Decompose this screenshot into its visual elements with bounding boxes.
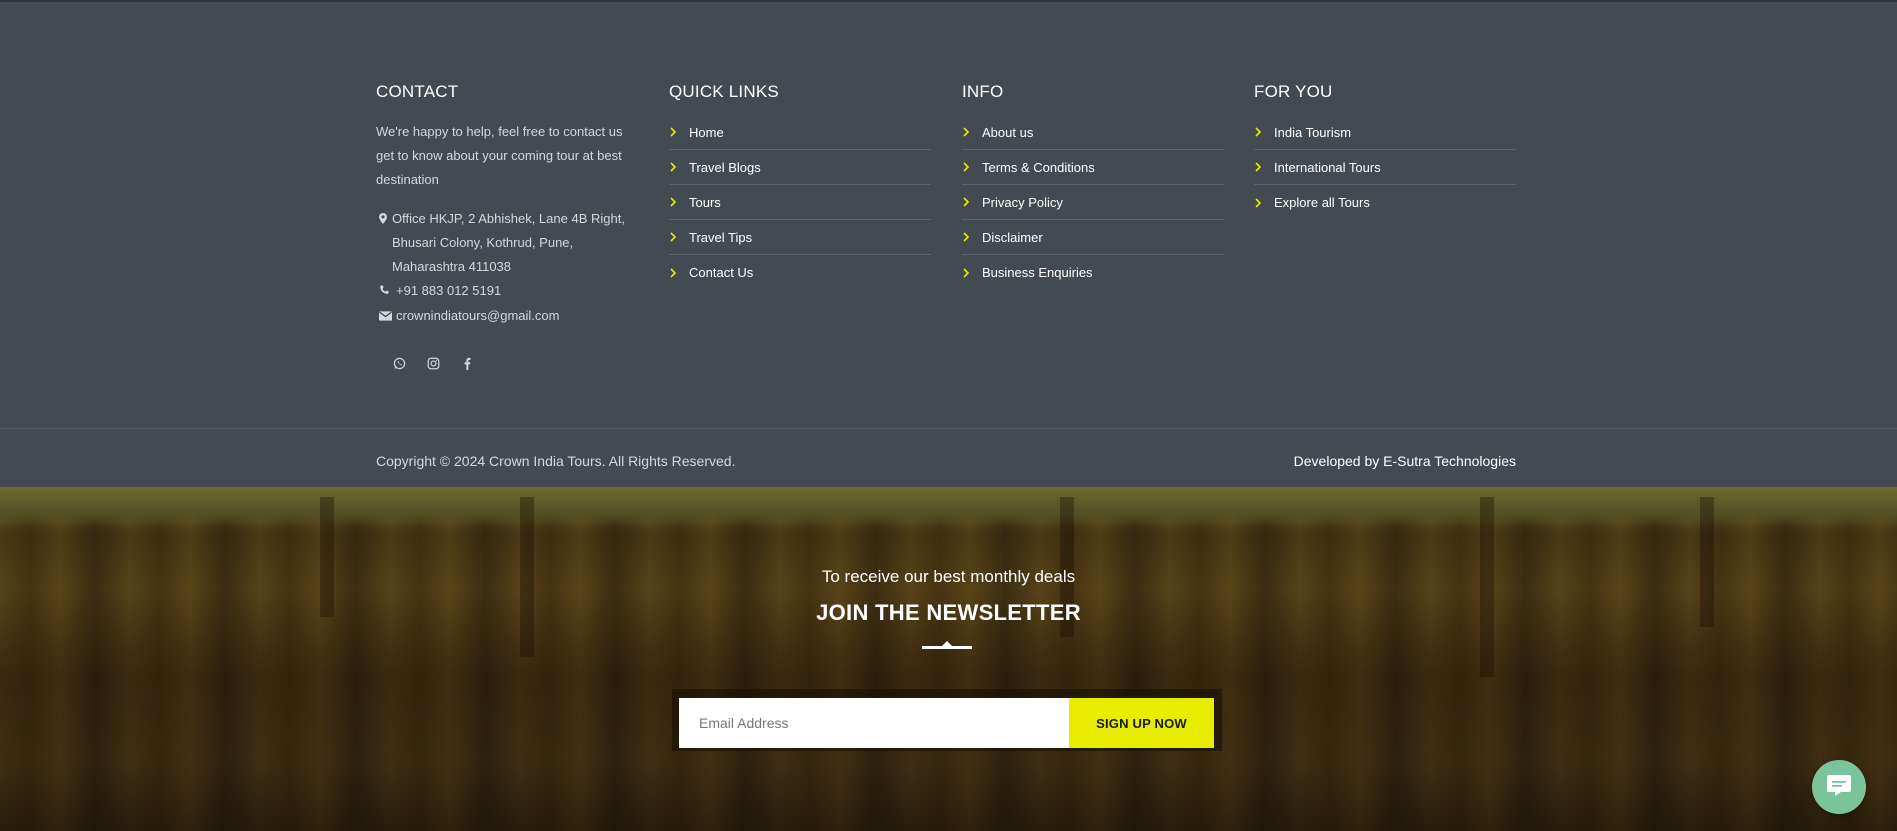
chevron-right-icon (669, 162, 689, 172)
contact-email-text: crownindiatours@gmail.com (396, 308, 560, 323)
sign-up-button[interactable]: SIGN UP NOW (1069, 698, 1214, 748)
contact-email[interactable]: crownindiatours@gmail.com (376, 304, 638, 329)
site-footer: CONTACT We're happy to help, feel free t… (0, 0, 1897, 487)
for-you-link-explore-all-tours[interactable]: Explore all Tours (1254, 185, 1516, 220)
contact-phone-text: +91 883 012 5191 (396, 283, 502, 298)
for-you-link-india-tourism[interactable]: India Tourism (1254, 115, 1516, 150)
info-heading: INFO (962, 82, 1004, 101)
chevron-right-icon (962, 197, 982, 207)
quick-links-list: Home Travel Blogs Tours Travel Tips Cont… (669, 115, 931, 290)
envelope-icon (376, 304, 392, 329)
quick-link-label[interactable]: Travel Tips (689, 230, 752, 245)
contact-address: Office HKJP, 2 Abhishek, Lane 4B Right, … (376, 207, 638, 279)
info-link-terms[interactable]: Terms & Conditions (962, 150, 1224, 185)
newsletter-section: To receive our best monthly deals JOIN T… (0, 487, 1897, 831)
developed-by: Developed by E-Sutra Technologies (1294, 453, 1516, 469)
contact-column: CONTACT We're happy to help, feel free t… (376, 82, 638, 373)
quick-link-label[interactable]: Home (689, 125, 724, 140)
map-pin-icon (376, 207, 392, 232)
chat-bubble-icon (1826, 773, 1852, 802)
quick-link-label[interactable]: Contact Us (689, 265, 753, 280)
developed-by-prefix: Developed by (1293, 453, 1380, 469)
for-you-column: FOR YOU India Tourism International Tour… (1254, 82, 1516, 220)
info-link-about-us[interactable]: About us (962, 115, 1224, 150)
facebook-icon[interactable] (461, 353, 495, 373)
chevron-right-icon (1254, 127, 1274, 137)
newsletter-subtitle: To receive our best monthly deals (821, 567, 1076, 586)
newsletter-title: JOIN THE NEWSLETTER (816, 600, 1081, 625)
chevron-right-icon (962, 267, 982, 278)
quick-links-column: QUICK LINKS Home Travel Blogs Tours Trav… (669, 82, 931, 290)
phone-icon (376, 279, 392, 304)
whatsapp-icon[interactable] (393, 353, 427, 373)
info-link-disclaimer[interactable]: Disclaimer (962, 220, 1224, 255)
chevron-right-icon (669, 127, 689, 137)
chevron-right-icon (962, 127, 982, 137)
for-you-link-label[interactable]: International Tours (1274, 160, 1381, 175)
background-shoreline (0, 487, 1897, 527)
chevron-right-icon (669, 267, 689, 278)
chevron-right-icon (1254, 197, 1274, 208)
for-you-link-international-tours[interactable]: International Tours (1254, 150, 1516, 185)
chevron-right-icon (669, 197, 689, 207)
quick-link-travel-tips[interactable]: Travel Tips (669, 220, 931, 255)
instagram-icon[interactable] (427, 353, 461, 373)
background-reflection (1480, 497, 1494, 677)
info-link-label[interactable]: Privacy Policy (982, 195, 1063, 210)
for-you-link-label[interactable]: India Tourism (1274, 125, 1351, 140)
info-link-privacy[interactable]: Privacy Policy (962, 185, 1224, 220)
for-you-heading: FOR YOU (1254, 82, 1333, 101)
contact-heading: CONTACT (376, 82, 459, 101)
info-link-business-enquiries[interactable]: Business Enquiries (962, 255, 1224, 290)
quick-links-heading: QUICK LINKS (669, 82, 779, 101)
chevron-right-icon (1254, 162, 1274, 172)
newsletter-divider (922, 641, 972, 649)
footer-bottom-bar: Copyright © 2024 Crown India Tours. All … (0, 428, 1897, 489)
quick-link-travel-blogs[interactable]: Travel Blogs (669, 150, 931, 185)
for-you-link-label[interactable]: Explore all Tours (1274, 195, 1370, 210)
social-links (376, 353, 638, 373)
chevron-right-icon (669, 232, 689, 242)
for-you-links-list: India Tourism International Tours Explor… (1254, 115, 1516, 220)
info-links-list: About us Terms & Conditions Privacy Poli… (962, 115, 1224, 290)
contact-address-text: Office HKJP, 2 Abhishek, Lane 4B Right, … (392, 211, 625, 274)
chat-button[interactable] (1812, 760, 1866, 814)
info-link-label[interactable]: About us (982, 125, 1033, 140)
quick-link-label[interactable]: Travel Blogs (689, 160, 761, 175)
quick-link-contact-us[interactable]: Contact Us (669, 255, 931, 290)
quick-link-label[interactable]: Tours (689, 195, 721, 210)
contact-phone[interactable]: +91 883 012 5191 (376, 279, 638, 304)
newsletter-email-input[interactable] (679, 698, 1069, 748)
newsletter-form: SIGN UP NOW (672, 689, 1222, 751)
background-reflection (320, 497, 334, 617)
info-link-label[interactable]: Business Enquiries (982, 265, 1093, 280)
chevron-right-icon (962, 232, 982, 242)
info-link-label[interactable]: Terms & Conditions (982, 160, 1095, 175)
info-link-label[interactable]: Disclaimer (982, 230, 1043, 245)
copyright-text: Copyright © 2024 Crown India Tours. All … (376, 453, 736, 469)
chevron-right-icon (962, 162, 982, 172)
info-column: INFO About us Terms & Conditions Privacy… (962, 82, 1224, 290)
developer-link[interactable]: E-Sutra Technologies (1383, 453, 1516, 469)
quick-link-tours[interactable]: Tours (669, 185, 931, 220)
quick-link-home[interactable]: Home (669, 115, 931, 150)
contact-about-text: We're happy to help, feel free to contac… (376, 124, 623, 187)
